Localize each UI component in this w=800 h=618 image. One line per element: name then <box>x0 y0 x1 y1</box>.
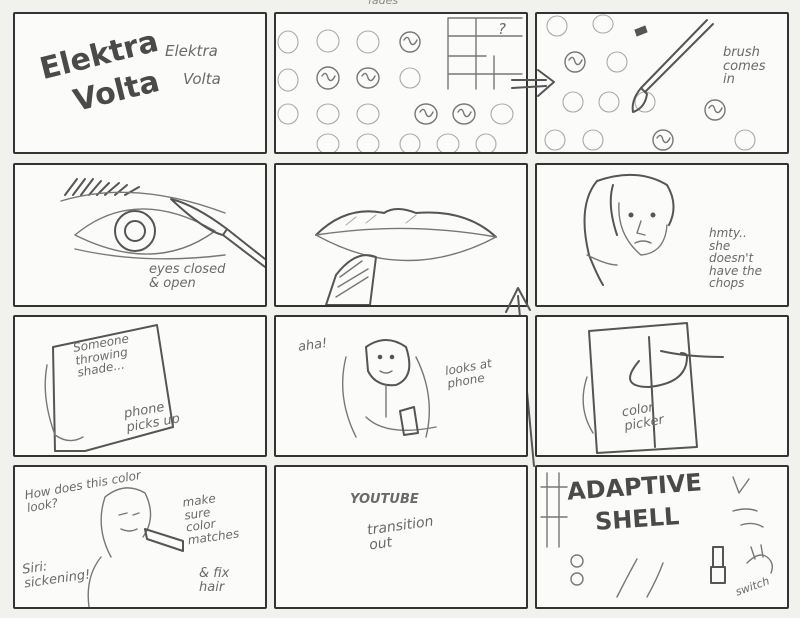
side-elektra: Elektra <box>165 42 218 60</box>
woman-icon <box>87 487 184 607</box>
panel-5-drawing <box>315 208 497 305</box>
transition-note: transition out <box>366 513 435 554</box>
panel-2: ? <box>274 12 528 154</box>
transition-arrow-icon <box>511 69 555 97</box>
panel-4-drawing <box>60 178 265 268</box>
lipstick-icon <box>325 254 377 305</box>
fades-note: fades <box>368 0 399 7</box>
lipstick-icon <box>710 546 726 584</box>
shell-title: SHELL <box>594 502 681 536</box>
panel-5 <box>274 163 528 307</box>
panel-7-drawing <box>44 324 174 452</box>
side-volta: Volta <box>183 70 221 88</box>
panel-3: brush comes in <box>535 12 789 154</box>
color-match-note: make sure color matches <box>181 491 240 548</box>
brush-note: brush comes in <box>723 45 766 88</box>
panel-12: ADAPTIVE SHELL switch <box>535 465 789 609</box>
storyboard-sheet: fades Elektra Volta Elektra Volta ? brus… <box>0 0 800 618</box>
fix-hair-note: & fix hair <box>199 566 230 595</box>
color-picker-phone-icon <box>582 322 724 454</box>
lips-icon <box>315 208 497 262</box>
question-mark: ? <box>498 20 506 38</box>
panel-4: eyes closed & open <box>13 163 267 307</box>
eye-icon <box>60 178 226 260</box>
panel-8: aha! looks at phone <box>274 315 528 457</box>
chops-note: hmty.. she doesn't have the chops <box>709 226 762 291</box>
panel-11: YOUTUBE transition out <box>274 465 528 609</box>
woman-face-icon <box>583 173 675 286</box>
brush-icon <box>631 19 714 113</box>
youtube-title: YOUTUBE <box>350 492 419 507</box>
panel-9: color picker <box>535 315 789 457</box>
panel-10: How does this color look? make sure colo… <box>13 465 267 609</box>
panel-7: Someone throwing shade... phone picks up <box>13 315 267 457</box>
panel-1: Elektra Volta Elektra Volta <box>13 12 267 154</box>
eyes-note: eyes closed & open <box>149 262 226 291</box>
woman-phone-icon <box>342 339 437 438</box>
panel-2-drawing <box>277 17 523 152</box>
brush-icon <box>170 198 265 268</box>
panel-9-drawing <box>582 322 724 454</box>
hand-icon <box>746 544 774 574</box>
dot-grid <box>277 29 514 152</box>
panel-6: hmty.. she doesn't have the chops <box>535 163 789 307</box>
